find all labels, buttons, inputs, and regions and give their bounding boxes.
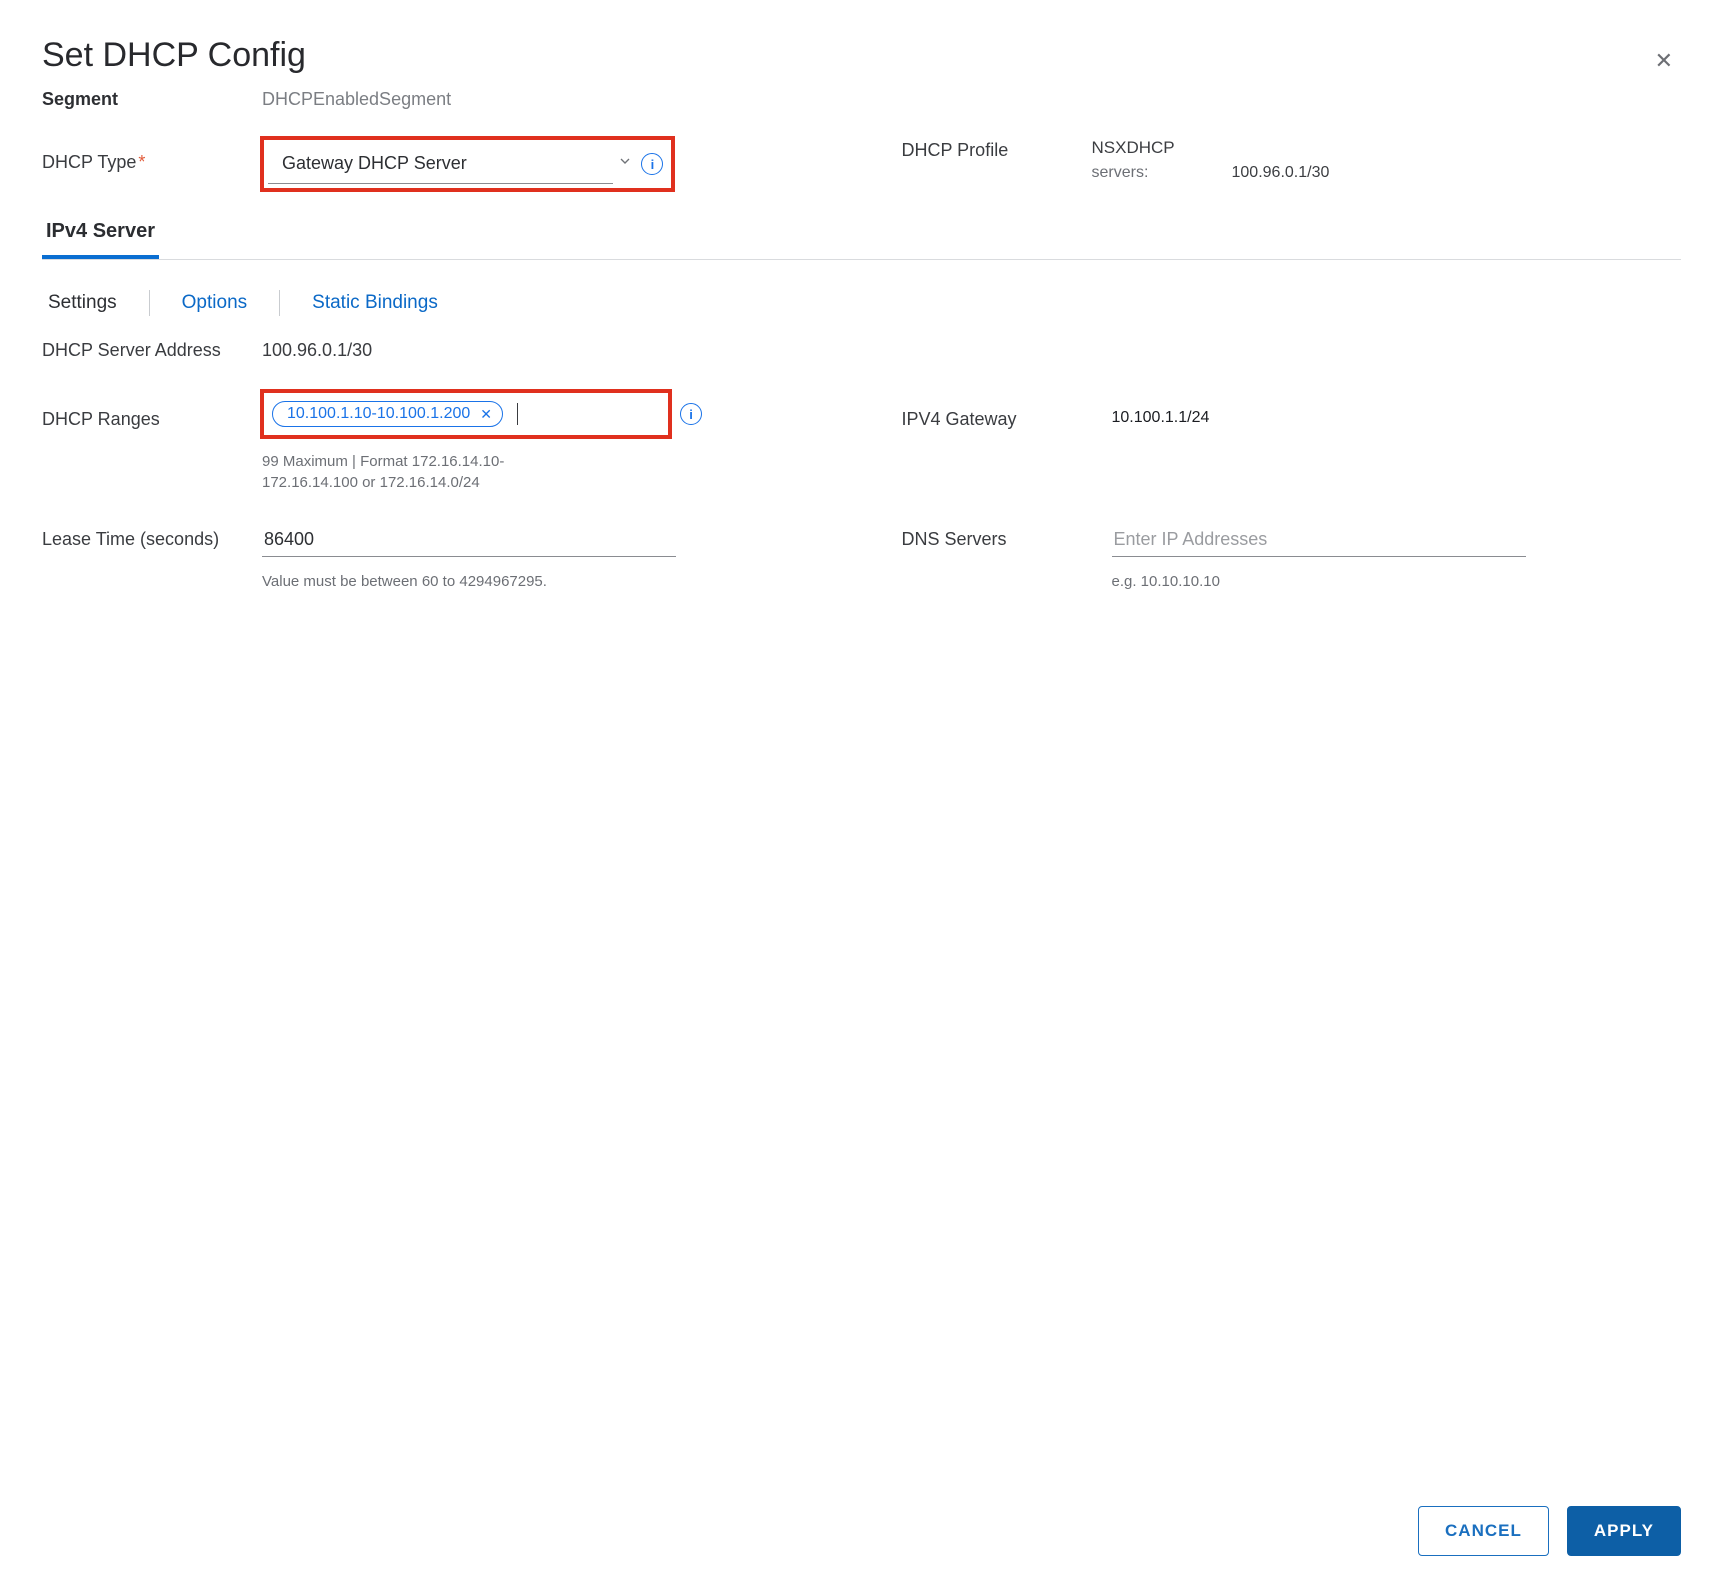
dhcp-type-label-text: DHCP Type (42, 152, 136, 172)
dhcp-range-chip-text: 10.100.1.10-10.100.1.200 (287, 405, 470, 423)
dns-servers-input[interactable] (1112, 523, 1526, 557)
subtab-settings[interactable]: Settings (42, 292, 123, 314)
segment-label: Segment (42, 89, 262, 110)
subtab-options[interactable]: Options (176, 292, 253, 314)
tab-divider (279, 290, 280, 316)
dhcp-type-dropdown[interactable]: Gateway DHCP Server (268, 144, 633, 184)
cancel-button[interactable]: Cancel (1418, 1506, 1549, 1556)
segment-value: DHCPEnabledSegment (262, 89, 451, 110)
sub-tabs: Settings Options Static Bindings (42, 290, 1681, 316)
dhcp-ranges-helper: 99 Maximum | Format 172.16.14.10-172.16.… (262, 451, 562, 493)
server-address-label: DHCP Server Address (42, 340, 262, 361)
chevron-down-icon (617, 156, 633, 173)
lease-time-input[interactable] (262, 523, 676, 557)
dns-servers-helper: e.g. 10.10.10.10 (1112, 571, 1412, 592)
dhcp-profile-values: NSXDHCP servers: 100.96.0.1/30 (1092, 138, 1330, 182)
dhcp-type-label: DHCP Type* (42, 138, 262, 173)
dns-servers-cell: DNS Servers e.g. 10.10.10.10 (902, 523, 1682, 592)
lease-time-helper: Value must be between 60 to 4294967295. (262, 571, 676, 592)
remove-chip-icon[interactable]: ✕ (480, 406, 492, 423)
required-star-icon: * (138, 152, 145, 172)
dhcp-ranges-input[interactable]: 10.100.1.10-10.100.1.200 ✕ (272, 401, 660, 427)
dialog-title: Set DHCP Config (42, 36, 1681, 75)
subtab-static-bindings[interactable]: Static Bindings (306, 292, 444, 314)
ipv4-gateway-value: 10.100.1.1/24 (1112, 409, 1210, 427)
dhcp-type-highlight: Gateway DHCP Server i (262, 138, 673, 190)
info-icon[interactable]: i (680, 403, 702, 425)
dhcp-ranges-highlight: 10.100.1.10-10.100.1.200 ✕ (262, 391, 670, 437)
dhcp-profile-label: DHCP Profile (902, 138, 1092, 161)
ipv4-gateway-label: IPV4 Gateway (902, 409, 1112, 430)
lease-time-cell: Lease Time (seconds) Value must be betwe… (42, 523, 822, 592)
ipv4-gateway-cell: IPV4 Gateway 10.100.1.1/24 (902, 391, 1682, 430)
dialog-footer: Cancel Apply (1418, 1506, 1681, 1556)
dhcp-type-cell: DHCP Type* Gateway DHCP Server i (42, 138, 822, 190)
close-icon[interactable]: ✕ (1655, 48, 1673, 74)
dhcp-ranges-cell: DHCP Ranges 10.100.1.10-10.100.1.200 ✕ i (42, 391, 822, 493)
dhcp-ranges-label: DHCP Ranges (42, 391, 262, 430)
info-icon[interactable]: i (641, 153, 663, 175)
dhcp-profile-name: NSXDHCP (1092, 138, 1232, 158)
apply-button[interactable]: Apply (1567, 1506, 1681, 1556)
dhcp-range-chip[interactable]: 10.100.1.10-10.100.1.200 ✕ (272, 401, 503, 427)
tab-divider (149, 290, 150, 316)
dhcp-type-profile-row: DHCP Type* Gateway DHCP Server i DHCP Pr… (42, 138, 1681, 190)
set-dhcp-config-dialog: Set DHCP Config ✕ Segment DHCPEnabledSeg… (0, 0, 1723, 1590)
lease-dns-row: Lease Time (seconds) Value must be betwe… (42, 523, 1681, 592)
dhcp-profile-servers-label: servers: (1092, 164, 1232, 182)
lease-time-label: Lease Time (seconds) (42, 523, 262, 550)
main-tabs: IPv4 Server (42, 220, 1681, 260)
tab-ipv4-server[interactable]: IPv4 Server (42, 220, 159, 259)
segment-row: Segment DHCPEnabledSegment (42, 89, 1681, 110)
ranges-gateway-row: DHCP Ranges 10.100.1.10-10.100.1.200 ✕ i (42, 391, 1681, 493)
dns-servers-label: DNS Servers (902, 523, 1112, 550)
dhcp-profile-servers-value: 100.96.0.1/30 (1232, 164, 1330, 182)
server-address-value: 100.96.0.1/30 (262, 340, 372, 361)
server-address-row: DHCP Server Address 100.96.0.1/30 (42, 340, 1681, 361)
dhcp-profile-cell: DHCP Profile NSXDHCP servers: 100.96.0.1… (902, 138, 1682, 182)
dhcp-type-select[interactable]: Gateway DHCP Server (268, 144, 613, 184)
dhcp-type-selected-value: Gateway DHCP Server (282, 153, 467, 173)
text-cursor (517, 403, 518, 425)
